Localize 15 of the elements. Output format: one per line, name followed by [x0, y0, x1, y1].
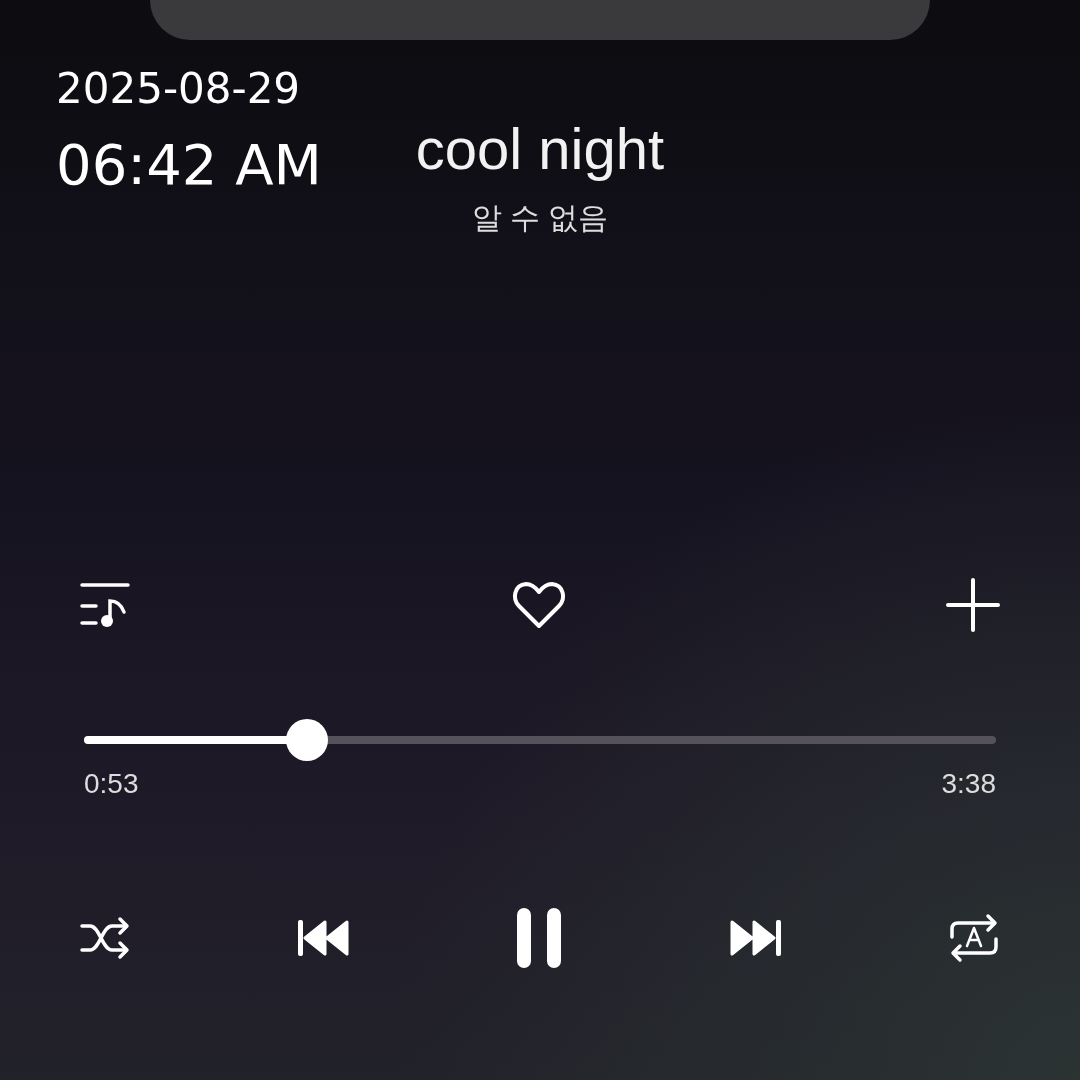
song-title: cool night [415, 115, 665, 183]
slider-thumb[interactable] [286, 719, 329, 761]
artist-name: 알 수 없음 [471, 200, 609, 236]
playlist-icon[interactable] [80, 582, 132, 628]
heart-icon[interactable] [511, 580, 567, 630]
add-icon[interactable] [946, 578, 1000, 632]
repeat-icon[interactable] [948, 913, 1000, 963]
date-text: 2025-08-29 [56, 63, 302, 115]
pause-icon[interactable] [515, 906, 563, 970]
next-icon[interactable] [729, 918, 782, 958]
time-text: 06:42 AM [56, 131, 322, 199]
elapsed-time: 0:53 [84, 768, 139, 800]
shuffle-icon[interactable] [80, 916, 130, 960]
previous-icon[interactable] [296, 918, 349, 958]
total-duration: 3:38 [941, 768, 996, 800]
